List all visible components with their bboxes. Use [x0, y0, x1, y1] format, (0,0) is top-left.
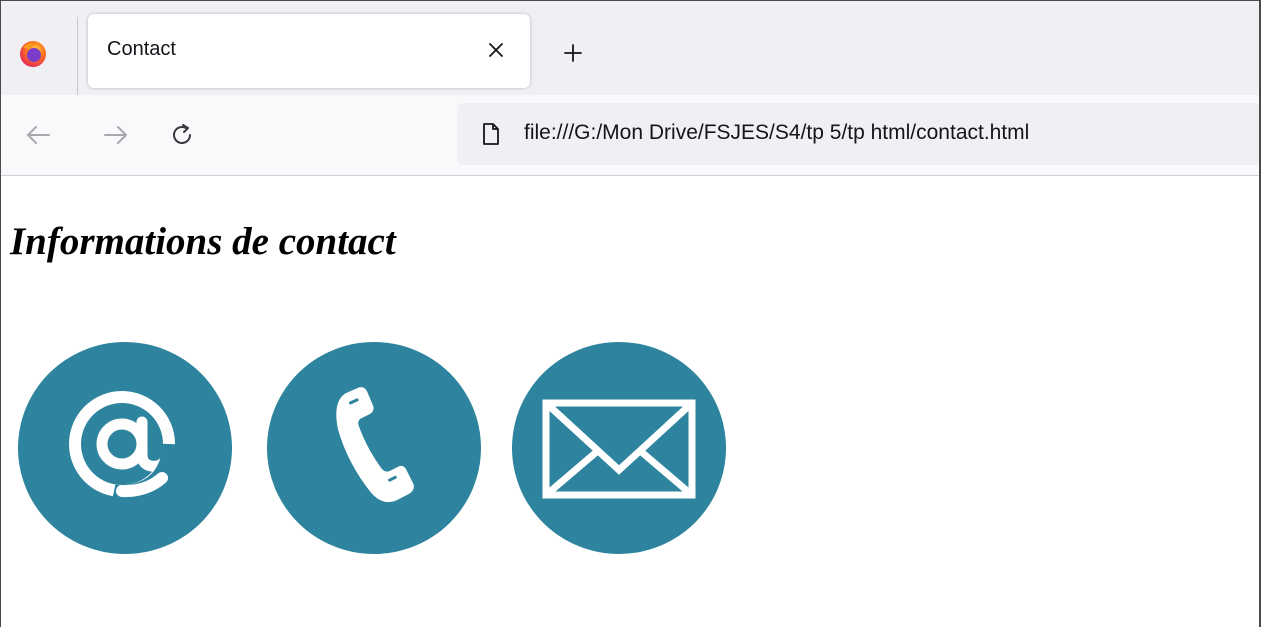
tab-contact[interactable]: Contact [88, 14, 530, 88]
envelope-icon[interactable] [512, 342, 726, 554]
phone-icon[interactable] [267, 342, 481, 554]
new-tab-button[interactable] [557, 37, 589, 69]
address-bar[interactable]: file:///G:/Mon Drive/FSJES/S4/tp 5/tp ht… [457, 103, 1259, 165]
navigation-bar: file:///G:/Mon Drive/FSJES/S4/tp 5/tp ht… [1, 95, 1259, 176]
firefox-logo-icon[interactable] [18, 39, 48, 69]
at-sign-icon[interactable] [18, 342, 232, 554]
close-tab-button[interactable] [482, 36, 510, 64]
forward-button[interactable] [98, 117, 134, 153]
arrow-right-icon [104, 126, 127, 144]
tab-strip: Contact [1, 1, 1259, 95]
browser-window: Contact file:///G:/Mon Drive/FSJES/S4/tp… [0, 0, 1261, 627]
page-heading: Informations de contact [10, 220, 396, 263]
tab-separator [77, 17, 78, 95]
tab-title: Contact [107, 38, 176, 60]
page-content: Informations de contact [1, 177, 1259, 627]
plus-icon [564, 44, 582, 62]
close-icon [489, 43, 503, 57]
page-icon [483, 123, 499, 145]
back-button[interactable] [20, 117, 56, 153]
reload-button[interactable] [164, 117, 200, 153]
url-text[interactable]: file:///G:/Mon Drive/FSJES/S4/tp 5/tp ht… [524, 121, 1029, 145]
reload-icon [173, 124, 191, 144]
arrow-left-icon [27, 126, 50, 144]
